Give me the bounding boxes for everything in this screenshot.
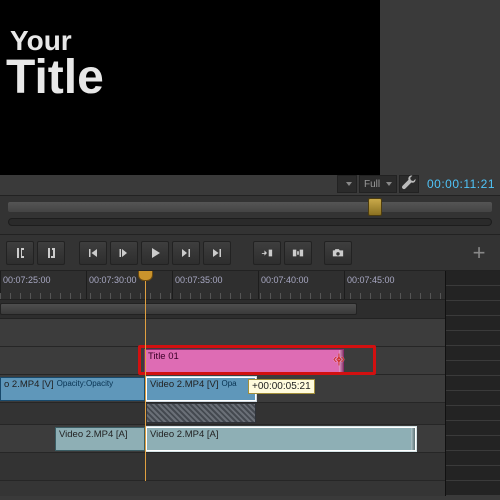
clip-video-v-right[interactable]: Video 2.MP4 [V] Opa (146, 377, 256, 401)
trim-duration-tooltip: +00:00:05:21 (248, 379, 315, 394)
clip-label: o 2.MP4 [V] (4, 379, 54, 390)
clip-label: Video 2.MP4 [V] (150, 379, 218, 390)
clip-thumbnail-strip[interactable] (146, 403, 256, 423)
time-ruler[interactable]: 00:07:25:00 00:07:30:00 00:07:35:00 00:0… (0, 271, 445, 299)
seek-handle[interactable] (368, 198, 382, 216)
view-mode-dropdown[interactable] (337, 175, 357, 193)
mark-in-icon (14, 247, 26, 259)
go-to-in-button[interactable] (79, 241, 107, 265)
clip-label: Video 2.MP4 [A] (150, 429, 218, 440)
program-timecode[interactable]: 00:00:11:21 (427, 177, 495, 191)
clip-audio-left[interactable]: Video 2.MP4 [A] (55, 427, 145, 451)
video-preview[interactable]: Your Title (0, 0, 380, 175)
playhead-head-icon (138, 271, 153, 281)
video-track-2[interactable]: Title 01 «|» (0, 347, 445, 375)
timeline-panel: 00:07:25:00 00:07:30:00 00:07:35:00 00:0… (0, 271, 445, 496)
go-to-out-button[interactable] (203, 241, 231, 265)
video-track-3[interactable] (0, 319, 445, 347)
resolution-label: Full (364, 179, 380, 190)
zoom-bar[interactable] (8, 218, 492, 226)
clip-video-v-left[interactable]: o 2.MP4 [V] Opacity:Opacity (0, 377, 145, 401)
plus-icon: + (473, 240, 486, 266)
go-in-icon (87, 247, 99, 259)
extract-button[interactable] (284, 241, 312, 265)
settings-button[interactable] (399, 175, 419, 193)
go-out-icon (211, 247, 223, 259)
extract-icon (292, 247, 304, 259)
transport-controls: + (0, 235, 500, 271)
clip-label: Video 2.MP4 [A] (59, 429, 127, 440)
clip-effect-label: Opacity:Opacity (57, 379, 113, 388)
wrench-icon (400, 175, 418, 193)
lift-button[interactable] (253, 241, 281, 265)
mark-out-icon (45, 247, 57, 259)
export-frame-button[interactable] (324, 241, 352, 265)
trim-cursor-icon: «|» (333, 351, 342, 366)
lift-icon (261, 247, 273, 259)
play-icon (149, 247, 161, 259)
resolution-dropdown[interactable]: Full (359, 175, 397, 193)
clip-effect-label: Opa (221, 379, 236, 388)
program-monitor: Your Title Full 00:00:11:21 (0, 0, 500, 195)
step-back-button[interactable] (110, 241, 138, 265)
seek-bar[interactable] (8, 202, 492, 212)
step-forward-button[interactable] (172, 241, 200, 265)
button-editor[interactable]: + (464, 240, 494, 266)
step-back-icon (118, 247, 130, 259)
playhead[interactable] (145, 271, 146, 481)
video-track-1[interactable]: o 2.MP4 [V] Opacity:Opacity Video 2.MP4 … (0, 375, 445, 403)
audio-track-1[interactable]: Video 2.MP4 [A] Video 2.MP4 [A] (0, 425, 445, 453)
work-area-bar[interactable] (0, 299, 445, 319)
clip-label: Title 01 (148, 351, 179, 362)
clip-audio-right[interactable]: Video 2.MP4 [A] (146, 427, 416, 451)
mark-out-button[interactable] (37, 241, 65, 265)
play-button[interactable] (141, 241, 169, 265)
mark-in-button[interactable] (6, 241, 34, 265)
camera-icon (332, 247, 344, 259)
video-track-1-expanded[interactable] (0, 403, 445, 425)
audio-track-2[interactable] (0, 453, 445, 481)
clip-title01[interactable]: Title 01 (144, 349, 344, 373)
preview-text-line2: Title (6, 50, 104, 105)
seek-area (0, 195, 500, 235)
audio-meters (445, 271, 500, 496)
step-fwd-icon (180, 247, 192, 259)
